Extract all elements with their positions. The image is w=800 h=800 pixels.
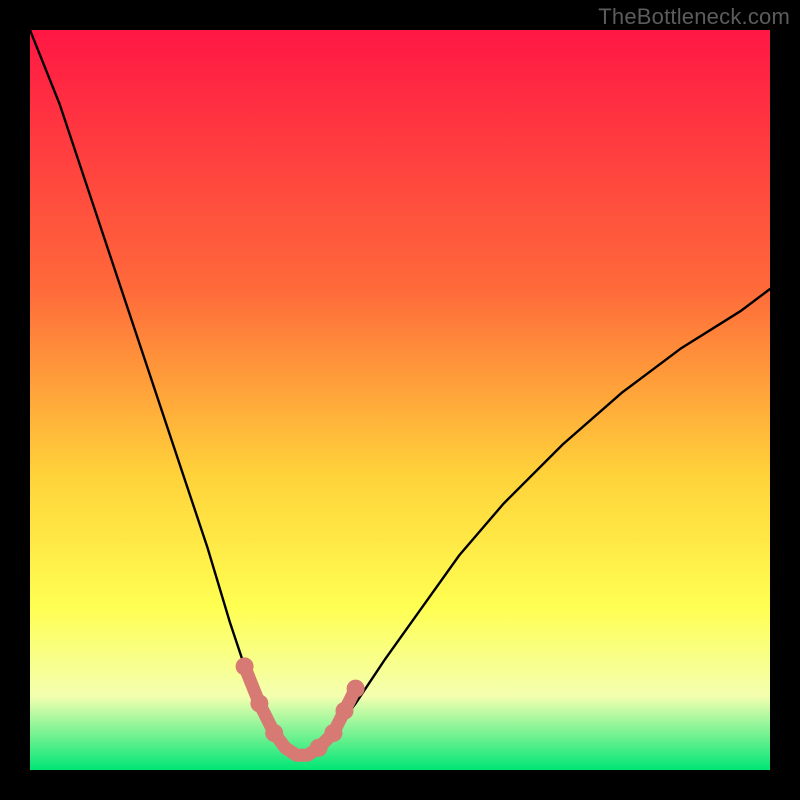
marker-dot — [336, 702, 354, 720]
gradient-background — [30, 30, 770, 770]
chart-svg — [30, 30, 770, 770]
marker-dot — [324, 724, 342, 742]
marker-dot — [236, 657, 254, 675]
watermark-text: TheBottleneck.com — [598, 4, 790, 30]
marker-dot — [250, 694, 268, 712]
chart-frame: TheBottleneck.com — [0, 0, 800, 800]
marker-dot — [265, 724, 283, 742]
marker-dot — [347, 680, 365, 698]
marker-dot — [310, 739, 328, 757]
